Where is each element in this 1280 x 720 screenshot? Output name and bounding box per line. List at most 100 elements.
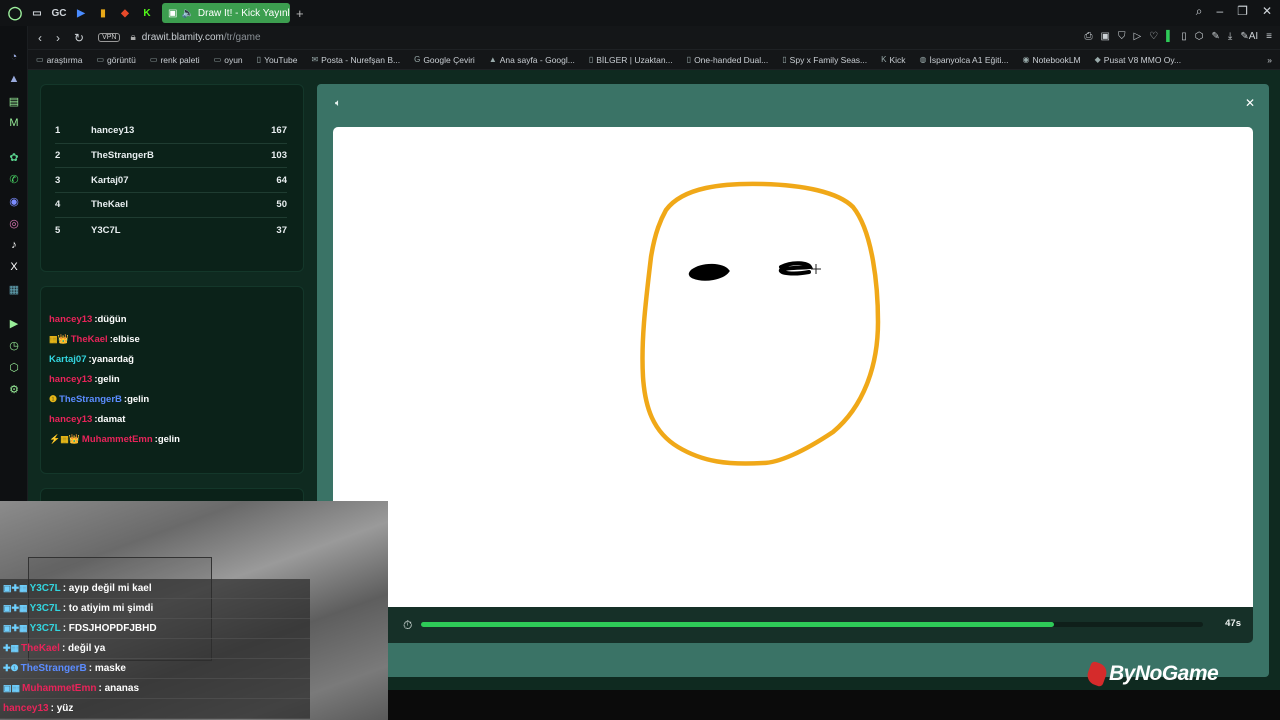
minimize-icon[interactable]: – xyxy=(1216,4,1223,19)
reload-icon[interactable]: ↻ xyxy=(74,31,84,45)
bookmark-item[interactable]: ▲ Ana sayfa - Googl... xyxy=(489,55,575,65)
shield-icon[interactable]: ⛉ xyxy=(1118,31,1126,42)
camera-icon[interactable]: ▣ xyxy=(1101,31,1110,42)
play-icon[interactable]: ▷ xyxy=(1133,31,1141,42)
extensions-puzzle-icon[interactable]: ⬡ xyxy=(1195,31,1204,42)
pinned-tab-play-icon[interactable]: ▶ xyxy=(72,4,90,22)
stopwatch-icon: ⏱︎ xyxy=(403,618,413,632)
history-icon[interactable]: ◷ xyxy=(7,338,21,352)
chat-message: ⚡▦👑 MuhammetEmn:gelin xyxy=(49,429,295,449)
pen-icon[interactable]: ✎ xyxy=(1212,31,1220,42)
bookmark-item[interactable]: ▭ araştırma xyxy=(36,55,82,65)
leaderboard-rank: 1 xyxy=(55,125,61,137)
stream-chat-message: ▣✚▦ Y3C7L : FDSJHOPDFJBHD xyxy=(0,619,310,639)
chatgpt-icon[interactable]: ✿ xyxy=(7,150,21,164)
opera-logo-icon[interactable]: ◯ xyxy=(6,4,24,22)
settings-gear-icon[interactable]: ⚙ xyxy=(7,382,21,396)
drawing-canvas[interactable] xyxy=(333,127,1253,607)
maps-icon[interactable]: ▦ xyxy=(7,282,21,296)
bookmark-item[interactable]: G Google Çeviri xyxy=(414,55,475,65)
chat-username[interactable]: TheStrangerB xyxy=(59,394,122,405)
pinned-tab-gamepad-icon[interactable]: ▭ xyxy=(28,4,46,22)
ai-button[interactable]: ✎AI xyxy=(1240,31,1258,42)
document-icon[interactable]: ▯ xyxy=(1181,31,1187,42)
bookmark-item[interactable]: ◆ Pusat V8 MMO Oy... xyxy=(1095,55,1181,65)
bookmark-item[interactable]: ▭ oyun xyxy=(214,55,243,65)
user-badge-icon: ▣✚▦ xyxy=(3,623,28,633)
pinned-tab-gc[interactable]: GC xyxy=(50,4,68,22)
stream-chat-message: hancey13 : yüz xyxy=(0,699,310,719)
new-tab-button[interactable]: + xyxy=(296,6,304,21)
page-icon: ▯ xyxy=(686,55,692,64)
stream-chat-message: ✚❶ TheStrangerB : maske xyxy=(0,659,310,679)
chat-username[interactable]: hancey13 xyxy=(49,414,92,425)
bookmark-icon[interactable]: ♡ xyxy=(1149,31,1158,42)
notebook-icon: ◉ xyxy=(1022,55,1030,64)
bookmark-item[interactable]: ▯ BİLGER | Uzaktan... xyxy=(589,55,673,65)
speed-dial-icon[interactable]: ◔ xyxy=(7,50,21,64)
x-twitter-icon[interactable]: X xyxy=(7,260,21,274)
active-tab[interactable]: ▣ 🔈 Draw It! - Kick Yayınları xyxy=(162,3,290,23)
player-icon[interactable]: ▶ xyxy=(7,316,21,330)
bookmark-item[interactable]: ▭ görüntü xyxy=(96,55,135,65)
url-field[interactable]: 🔒︎ drawit.blamity.com/tr/game xyxy=(130,32,260,43)
extensions-icon[interactable]: ⬡ xyxy=(7,360,21,374)
discord-icon[interactable]: ◉ xyxy=(7,194,21,208)
face-outline-stroke xyxy=(640,181,881,466)
close-icon[interactable]: ✕ xyxy=(1245,96,1255,110)
leaderboard-row: 2 TheStrangerB 103 xyxy=(55,144,287,169)
bookmark-label: BİLGER | Uzaktan... xyxy=(596,54,673,65)
stream-overlay: ▣✚▦ Y3C7L : ayıp değil mi kael ▣✚▦ Y3C7L : … xyxy=(0,501,388,720)
chat-username[interactable]: hancey13 xyxy=(49,314,92,325)
restore-icon[interactable]: ❐ xyxy=(1237,4,1248,19)
pinned-tab-kick-icon[interactable]: K xyxy=(138,4,156,22)
bookmark-label: YouTube xyxy=(264,54,298,65)
bookmarks-overflow-icon[interactable]: » xyxy=(1267,55,1280,65)
leaderboard-name: Kartaj07 xyxy=(91,174,129,186)
chat-username[interactable]: MuhammetEmn xyxy=(82,434,153,445)
bookmark-label: Posta - Nurefşan B... xyxy=(321,54,401,65)
bookmark-item[interactable]: ◉ NotebookLM xyxy=(1022,55,1080,65)
user-badge-icon: ✚❶ xyxy=(3,663,19,673)
leaderboard-rank: 2 xyxy=(55,150,61,162)
instagram-icon[interactable]: ◎ xyxy=(7,216,21,230)
bookmark-item[interactable]: ✉ Posta - Nurefşan B... xyxy=(311,55,400,65)
snapshot-icon[interactable]: ⎙ xyxy=(1085,31,1093,42)
stream-chat-username: Y3C7L xyxy=(29,623,61,634)
pinned-tab-bars-icon[interactable]: ▮ xyxy=(94,4,112,22)
tiktok-icon[interactable]: ♪ xyxy=(7,238,21,252)
page-icon: ▯ xyxy=(782,55,787,64)
forward-icon[interactable]: › xyxy=(56,31,60,45)
search-icon[interactable]: ⌕ xyxy=(1196,4,1203,19)
bookmark-item[interactable]: ▭ renk paleti xyxy=(150,55,200,65)
back-icon[interactable]: ‹ xyxy=(38,31,42,45)
bookmark-item[interactable]: ▯ YouTube xyxy=(257,55,298,65)
bookmark-item[interactable]: ▯ One-handed Dual... xyxy=(687,55,769,65)
chat-username[interactable]: hancey13 xyxy=(49,374,92,385)
bynogame-logo-icon xyxy=(1084,660,1110,688)
bookmark-item[interactable]: K Kick xyxy=(881,55,905,65)
divider: ▌ xyxy=(1166,31,1174,42)
chat-username[interactable]: Kartaj07 xyxy=(49,354,87,365)
close-window-icon[interactable]: ✕ xyxy=(1262,4,1272,19)
chat-text: :gelin xyxy=(94,373,120,385)
news-icon[interactable]: ▤ xyxy=(7,94,21,108)
bookmark-item[interactable]: ▯ Spy x Family Seas... xyxy=(782,55,867,65)
speaker-tab-icon[interactable]: 🔈 xyxy=(181,8,193,19)
whatsapp-icon[interactable]: ✆ xyxy=(7,172,21,186)
pinned-tab-red-icon[interactable]: ◆ xyxy=(116,4,134,22)
vpn-badge[interactable]: VPN xyxy=(98,33,121,42)
chat-username[interactable]: TheKael xyxy=(71,334,108,345)
menu-icon[interactable]: ≡ xyxy=(1266,31,1272,42)
lock-icon: 🔒︎ xyxy=(130,32,136,43)
speaker-icon[interactable]: 🔈︎ xyxy=(335,98,341,109)
crypto-wallet-icon[interactable]: ▲ xyxy=(7,72,21,86)
bookmark-label: renk paleti xyxy=(160,54,200,65)
right-eye-stroke xyxy=(778,261,814,276)
chat-message: hancey13:damat xyxy=(49,409,295,429)
stream-chat-message: ▣✚▦ Y3C7L : to atiyim mi şimdi xyxy=(0,599,310,619)
workspace-icon[interactable]: M xyxy=(7,116,21,130)
mail-icon: ✉ xyxy=(311,55,319,64)
download-icon[interactable]: ⤓ xyxy=(1228,31,1232,42)
bookmark-item[interactable]: ◍ İspanyolca A1 Eğiti... xyxy=(920,55,1009,65)
